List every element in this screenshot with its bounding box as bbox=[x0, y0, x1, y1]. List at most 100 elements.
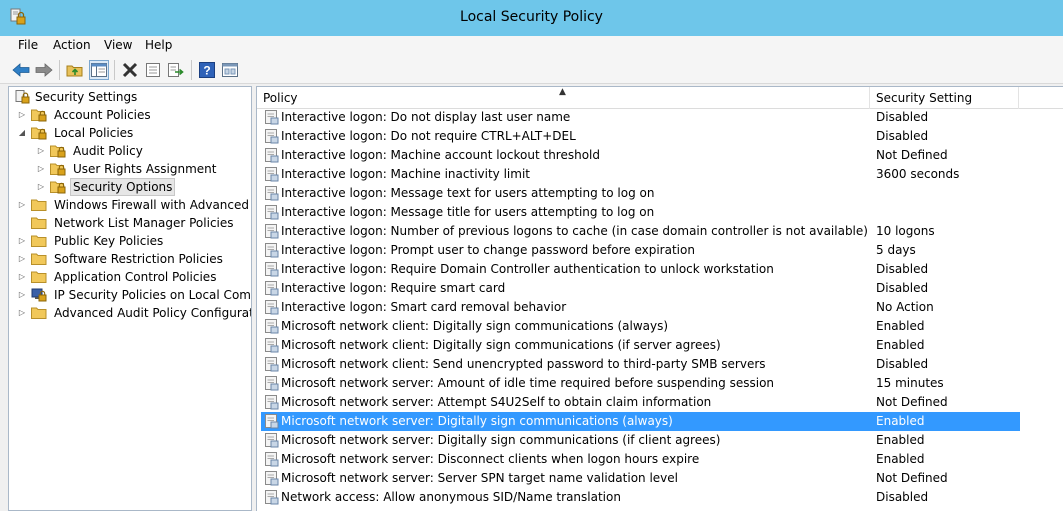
expand-arrow-icon[interactable]: ▷ bbox=[36, 178, 46, 196]
security-setting-value: 15 minutes bbox=[876, 376, 944, 390]
tree-item-windows-firewall[interactable]: ▷ Windows Firewall with Advanced Securit… bbox=[9, 196, 251, 214]
table-row[interactable]: Interactive logon: Machine inactivity li… bbox=[261, 165, 1021, 184]
show-hide-tree-icon bbox=[91, 63, 107, 77]
export-list-button[interactable] bbox=[166, 60, 186, 80]
toolbar-separator bbox=[59, 60, 60, 80]
tree-item-security-settings[interactable]: Security Settings bbox=[9, 88, 251, 106]
table-row[interactable]: Microsoft network server: Attempt S4U2Se… bbox=[261, 393, 1021, 412]
table-row[interactable]: Microsoft network server: Digitally sign… bbox=[261, 412, 1020, 431]
tree-item-advanced-audit-policy-configuration[interactable]: ▷ Advanced Audit Policy Configuration bbox=[9, 304, 251, 322]
policy-name: Network access: Allow anonymous SID/Name… bbox=[281, 490, 621, 504]
security-setting-value: Disabled bbox=[876, 110, 929, 124]
table-row[interactable]: Interactive logon: Message title for use… bbox=[261, 203, 1021, 222]
table-row[interactable]: Interactive logon: Prompt user to change… bbox=[261, 241, 1021, 260]
back-icon bbox=[12, 63, 30, 77]
security-setting-value: Enabled bbox=[876, 433, 925, 447]
table-row[interactable]: Interactive logon: Do not display last u… bbox=[261, 108, 1021, 127]
menu-file[interactable]: File bbox=[18, 38, 38, 52]
tree-item-network-list-manager-policies[interactable]: Network List Manager Policies bbox=[9, 214, 251, 232]
table-row[interactable]: Microsoft network client: Send unencrypt… bbox=[261, 355, 1021, 374]
up-one-level-button[interactable] bbox=[65, 60, 85, 80]
table-row[interactable]: Microsoft network client: Digitally sign… bbox=[261, 317, 1021, 336]
help-icon: ? bbox=[199, 62, 215, 78]
table-row[interactable]: Interactive logon: Number of previous lo… bbox=[261, 222, 1021, 241]
tree-item-user-rights-assignment[interactable]: ▷ User Rights Assignment bbox=[9, 160, 251, 178]
policy-name: Microsoft network client: Digitally sign… bbox=[281, 338, 721, 352]
console-icon bbox=[222, 63, 238, 77]
expand-arrow-icon[interactable]: ▷ bbox=[36, 142, 46, 160]
policy-setting-icon bbox=[265, 224, 279, 239]
table-row[interactable]: Interactive logon: Do not require CTRL+A… bbox=[261, 127, 1021, 146]
tree-item-application-control-policies[interactable]: ▷ Application Control Policies bbox=[9, 268, 251, 286]
menu-bar: File Action View Help bbox=[0, 36, 1063, 56]
menu-view[interactable]: View bbox=[104, 38, 132, 52]
policy-list[interactable]: Policy ▲ Security Setting Interactive lo… bbox=[256, 86, 1063, 511]
policy-name: Interactive logon: Require Domain Contro… bbox=[281, 262, 774, 276]
forward-icon bbox=[35, 63, 53, 77]
expand-arrow-icon[interactable]: ▷ bbox=[17, 268, 27, 286]
tree-item-audit-policy[interactable]: ▷ Audit Policy bbox=[9, 142, 251, 160]
menu-action[interactable]: Action bbox=[53, 38, 91, 52]
table-row[interactable]: Microsoft network server: Digitally sign… bbox=[261, 431, 1021, 450]
tree-item-ip-security-policies[interactable]: ▷ IP Security Policies on Local Computer bbox=[9, 286, 251, 304]
table-row[interactable]: Interactive logon: Smart card removal be… bbox=[261, 298, 1021, 317]
back-button[interactable] bbox=[11, 60, 31, 80]
title-bar[interactable]: Local Security Policy bbox=[0, 0, 1063, 36]
expand-arrow-icon[interactable]: ▷ bbox=[17, 232, 27, 250]
expand-arrow-icon[interactable]: ▷ bbox=[36, 160, 46, 178]
policy-setting-icon bbox=[265, 129, 279, 144]
security-setting-value: Enabled bbox=[876, 452, 925, 466]
help-button[interactable]: ? bbox=[197, 60, 217, 80]
policy-setting-icon bbox=[265, 357, 279, 372]
delete-icon bbox=[122, 62, 138, 78]
table-row[interactable]: Interactive logon: Machine account locko… bbox=[261, 146, 1021, 165]
tree-item-local-policies[interactable]: ◢ Local Policies bbox=[9, 124, 251, 142]
security-setting-value: Enabled bbox=[876, 319, 925, 333]
policy-name: Microsoft network server: Attempt S4U2Se… bbox=[281, 395, 712, 409]
table-row[interactable]: Microsoft network client: Digitally sign… bbox=[261, 336, 1021, 355]
policy-setting-icon bbox=[265, 414, 279, 429]
policy-setting-icon bbox=[265, 490, 279, 505]
menu-help[interactable]: Help bbox=[145, 38, 172, 52]
console-tree[interactable]: Security Settings ▷ Account Policies ◢ L… bbox=[8, 86, 252, 511]
table-row[interactable]: Microsoft network server: Server SPN tar… bbox=[261, 469, 1021, 488]
security-setting-value: Not Defined bbox=[876, 395, 948, 409]
collapse-arrow-icon[interactable]: ◢ bbox=[17, 124, 27, 142]
security-setting-value: Disabled bbox=[876, 490, 929, 504]
tree-item-security-options[interactable]: ▷ Security Options bbox=[9, 178, 251, 196]
properties-button[interactable] bbox=[143, 60, 163, 80]
delete-button[interactable] bbox=[120, 60, 140, 80]
ip-security-icon bbox=[31, 288, 47, 302]
tree-item-software-restriction-policies[interactable]: ▷ Software Restriction Policies bbox=[9, 250, 251, 268]
table-row[interactable]: Network access: Allow anonymous SID/Name… bbox=[261, 488, 1021, 507]
security-settings-icon bbox=[15, 90, 31, 104]
tree-item-account-policies[interactable]: ▷ Account Policies bbox=[9, 106, 251, 124]
forward-button[interactable] bbox=[34, 60, 54, 80]
table-row[interactable]: Microsoft network server: Disconnect cli… bbox=[261, 450, 1021, 469]
folder-icon bbox=[31, 306, 47, 320]
table-row[interactable]: Interactive logon: Require smart card Dis… bbox=[261, 279, 1021, 298]
policy-name: Interactive logon: Do not display last u… bbox=[281, 110, 571, 124]
table-row[interactable]: Microsoft network server: Amount of idle… bbox=[261, 374, 1021, 393]
expand-arrow-icon[interactable]: ▷ bbox=[17, 106, 27, 124]
policy-setting-icon bbox=[265, 148, 279, 163]
console-button[interactable] bbox=[220, 60, 240, 80]
expand-arrow-icon[interactable]: ▷ bbox=[17, 250, 27, 268]
expand-arrow-icon[interactable]: ▷ bbox=[17, 196, 27, 214]
expand-arrow-icon[interactable]: ▷ bbox=[17, 304, 27, 322]
locked-folder-icon bbox=[31, 108, 47, 122]
table-row[interactable]: Interactive logon: Require Domain Contro… bbox=[261, 260, 1021, 279]
policy-name: Interactive logon: Number of previous lo… bbox=[281, 224, 868, 238]
policy-name: Microsoft network server: Disconnect cli… bbox=[281, 452, 700, 466]
policy-name: Interactive logon: Message text for user… bbox=[281, 186, 655, 200]
policy-setting-icon bbox=[265, 186, 279, 201]
tree-item-public-key-policies[interactable]: ▷ Public Key Policies bbox=[9, 232, 251, 250]
policy-setting-icon bbox=[265, 452, 279, 467]
table-row[interactable]: Interactive logon: Message text for user… bbox=[261, 184, 1021, 203]
policy-setting-icon bbox=[265, 300, 279, 315]
column-header-policy[interactable]: Policy ▲ bbox=[257, 87, 870, 109]
expand-arrow-icon[interactable]: ▷ bbox=[17, 286, 27, 304]
show-hide-console-tree-button[interactable] bbox=[89, 60, 109, 80]
column-header-security-setting[interactable]: Security Setting bbox=[870, 87, 1019, 109]
export-list-icon bbox=[168, 63, 184, 77]
